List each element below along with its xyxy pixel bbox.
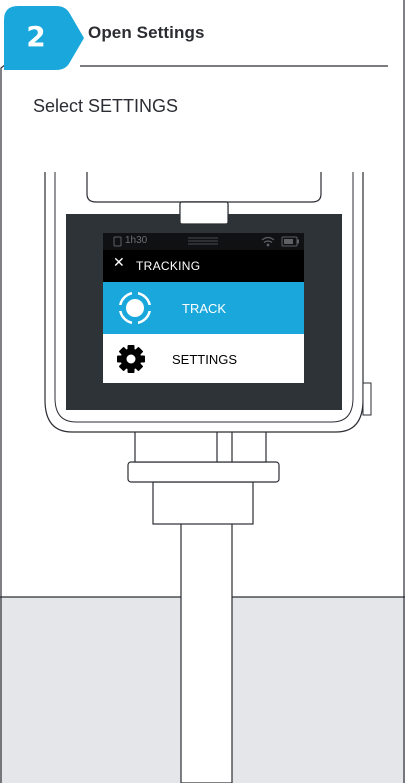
pole <box>180 521 233 783</box>
instruction-text: Select SETTINGS <box>33 96 179 116</box>
step-title: Open Settings <box>88 23 205 42</box>
menu-item-settings[interactable]: SETTINGS <box>103 334 304 383</box>
status-time: 1h30 <box>125 235 148 246</box>
menu-item-track-label: TRACK <box>182 301 227 316</box>
pole-collar <box>152 481 254 525</box>
step-number: 2 <box>26 19 46 53</box>
pole-flange <box>127 461 280 483</box>
close-icon[interactable]: ✕ <box>113 255 125 271</box>
lcd-header <box>103 250 304 282</box>
menu-item-settings-label: SETTINGS <box>172 352 238 367</box>
top-bracket <box>86 172 322 203</box>
menu-item-track[interactable]: TRACK <box>103 282 304 334</box>
pole-mount <box>134 429 267 463</box>
device-illustration <box>0 0 405 783</box>
screen-header-label: TRACKING <box>136 259 201 273</box>
